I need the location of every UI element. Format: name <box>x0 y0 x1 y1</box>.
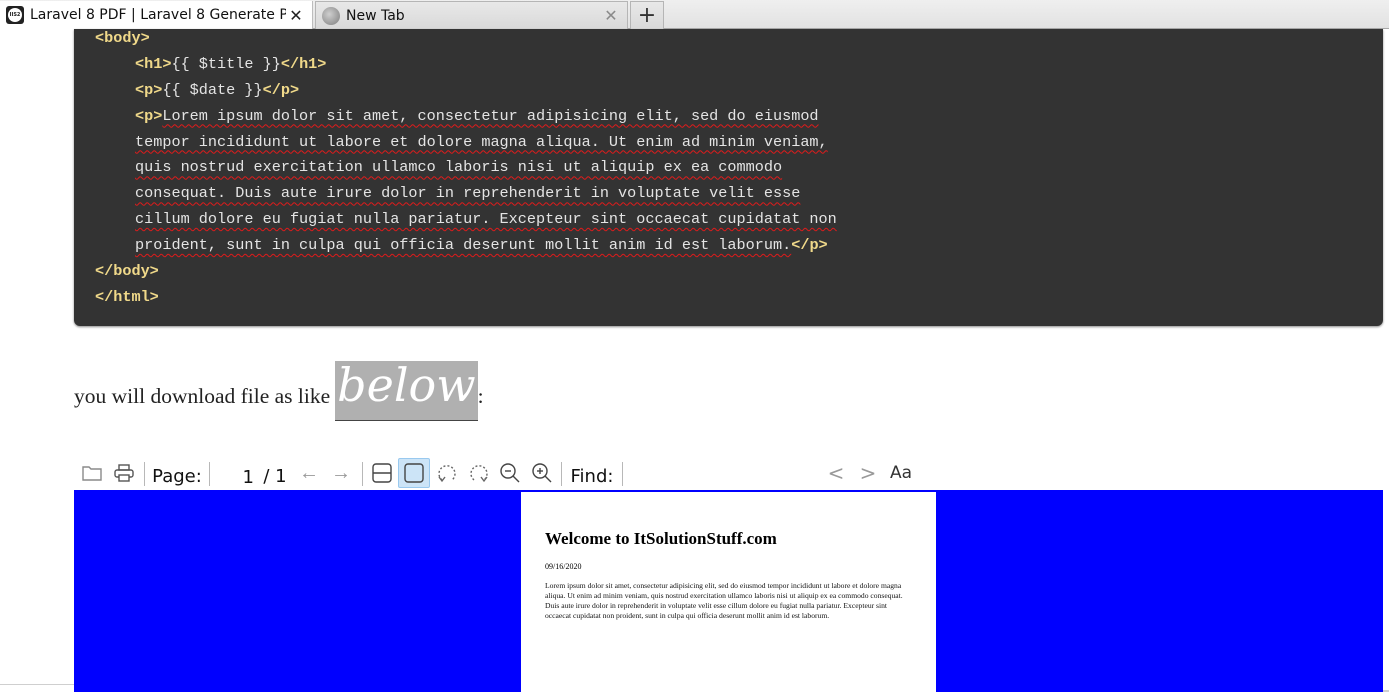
printer-icon <box>114 464 134 482</box>
find-label-text: Find: <box>570 465 614 487</box>
chevron-right-icon: > <box>859 461 877 485</box>
code-text: consequat. Duis aute irure dolor in repr… <box>135 184 801 203</box>
pdf-body-text: Lorem ipsum dolor sit amet, consectetur … <box>545 581 903 620</box>
chevron-left-icon: < <box>827 461 845 485</box>
code-line: <h1>{{ $title }}</h1> <box>95 52 1383 78</box>
tab-title: New Tab <box>346 7 405 24</box>
pdf-date: 09/16/2020 <box>545 562 582 571</box>
code-block: <body> <h1>{{ $title }}</h1> <p>{{ $date… <box>74 29 1383 326</box>
browser-tab-bar: IIS2 Laravel 8 PDF | Laravel 8 Generate … <box>0 0 1389 29</box>
zoom-out-button[interactable] <box>495 458 525 488</box>
toolbar-separator <box>561 462 562 486</box>
find-input[interactable] <box>623 462 823 488</box>
page-label: Page: <box>152 461 202 491</box>
code-line: quis nostrud exercitation ullamco labori… <box>95 155 1383 181</box>
code-tag: <body> <box>95 29 150 47</box>
rotate-left-button[interactable] <box>432 458 462 488</box>
find-label: Find: <box>570 461 614 491</box>
code-line: cillum dolore eu fugiat nulla pariatur. … <box>95 207 1383 233</box>
page-total-text: / 1 <box>263 465 287 487</box>
match-case-button[interactable]: Aa <box>886 458 916 488</box>
rotate-right-button[interactable] <box>464 458 494 488</box>
code-line: tempor incididunt ut labore et dolore ma… <box>95 130 1383 156</box>
code-line: <p>Lorem ipsum dolor sit amet, consectet… <box>95 104 1383 130</box>
continuous-view-button[interactable] <box>367 458 397 488</box>
article-paragraph: you will download file as like below : <box>74 360 484 422</box>
close-tab-icon[interactable]: ✕ <box>601 6 621 25</box>
next-page-button[interactable]: → <box>328 458 354 488</box>
code-tag: <h1> <box>135 54 172 73</box>
code-tag: <p> <box>135 106 163 125</box>
new-tab-button[interactable]: + <box>630 1 664 29</box>
page-number-input[interactable] <box>210 464 258 490</box>
highlighted-word: below <box>335 361 478 421</box>
code-tag: </h1> <box>280 54 327 73</box>
code-line: consequat. Duis aute irure dolor in repr… <box>95 181 1383 207</box>
folder-icon <box>82 466 102 481</box>
toolbar-separator <box>362 462 363 486</box>
open-file-button[interactable] <box>78 458 106 488</box>
rotate-right-icon <box>470 465 488 483</box>
code-line: </html> <box>95 285 1383 311</box>
single-page-view-button[interactable] <box>398 458 430 488</box>
tab-title: Laravel 8 PDF | Laravel 8 Generate PD... <box>30 7 286 23</box>
rotate-left-icon <box>438 465 456 483</box>
code-text: {{ $date }} <box>162 80 263 99</box>
find-next-button[interactable]: > <box>856 458 880 488</box>
toolbar-separator <box>144 462 145 486</box>
code-line: <p>{{ $date }}</p> <box>95 78 1383 104</box>
code-line: </body> <box>95 259 1383 285</box>
code-text: cillum dolore eu fugiat nulla pariatur. … <box>135 210 837 229</box>
page-label-text: Page: <box>152 465 202 487</box>
print-button[interactable] <box>110 458 138 488</box>
divider <box>0 684 74 685</box>
arrow-left-icon: ← <box>299 461 319 484</box>
split-page-icon <box>372 463 392 483</box>
code-tag: </body> <box>95 262 159 281</box>
zoom-out-icon <box>500 463 520 483</box>
tab-new-tab[interactable]: New Tab ✕ <box>315 1 628 29</box>
zoom-in-icon <box>532 463 552 483</box>
tab-laravel-pdf[interactable]: IIS2 Laravel 8 PDF | Laravel 8 Generate … <box>0 1 313 29</box>
code-line: <body> <box>95 26 1383 52</box>
page-total: / 1 <box>260 461 290 491</box>
previous-page-button[interactable]: ← <box>296 458 322 488</box>
pdf-viewer[interactable]: Welcome to ItSolutionStuff.com 09/16/202… <box>74 490 1383 692</box>
code-tag: </p> <box>262 80 300 99</box>
globe-icon <box>322 6 340 25</box>
code-tag: </p> <box>791 236 828 255</box>
code-text: proident, sunt in culpa qui officia dese… <box>135 236 792 255</box>
zoom-in-button[interactable] <box>527 458 557 488</box>
paragraph-suffix: : <box>477 383 484 408</box>
find-previous-button[interactable]: < <box>824 458 848 488</box>
match-case-icon: Aa <box>889 463 913 483</box>
pdf-toolbar: Page: / 1 ← → Find: < > Aa <box>74 458 1383 490</box>
close-tab-icon[interactable]: ✕ <box>286 6 306 25</box>
code-text: quis nostrud exercitation ullamco labori… <box>135 158 783 177</box>
its-logo-icon: IIS2 <box>6 6 24 24</box>
code-tag: </html> <box>95 287 159 306</box>
code-text: tempor incididunt ut labore et dolore ma… <box>135 132 828 151</box>
single-page-icon <box>404 463 424 483</box>
pdf-page: Welcome to ItSolutionStuff.com 09/16/202… <box>521 492 936 692</box>
code-text: Lorem ipsum dolor sit amet, consectetur … <box>162 106 819 125</box>
code-line: proident, sunt in culpa qui officia dese… <box>95 233 1383 259</box>
arrow-right-icon: → <box>331 461 351 484</box>
paragraph-text: you will download file as like <box>74 383 331 408</box>
code-text: {{ $title }} <box>171 54 281 73</box>
code-tag: <p> <box>135 80 163 99</box>
pdf-title: Welcome to ItSolutionStuff.com <box>545 529 777 548</box>
